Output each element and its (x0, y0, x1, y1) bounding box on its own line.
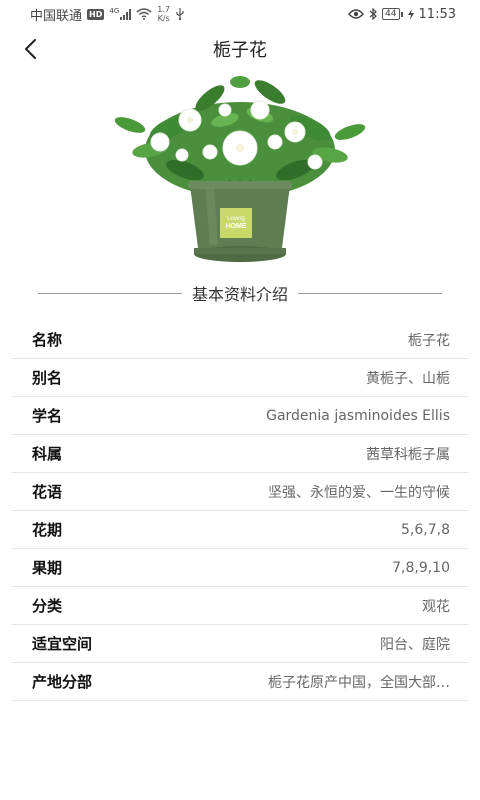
row-value: 茜草科栀子属 (366, 446, 450, 463)
chevron-left-icon (25, 39, 36, 59)
row-value: 栀子花 (408, 332, 450, 349)
info-row-category: 分类 观花 (12, 587, 468, 625)
info-row-alias: 别名 黄栀子、山栀 (12, 359, 468, 397)
row-label: 花期 (32, 521, 63, 539)
info-row-name: 名称 栀子花 (12, 321, 468, 359)
back-button[interactable] (14, 32, 46, 66)
row-value: 5,6,7,8 (401, 521, 450, 538)
net-speed-unit: K/s (157, 14, 170, 23)
row-label: 别名 (32, 369, 63, 387)
hd-badge: HD (87, 8, 105, 20)
row-label: 科属 (32, 445, 63, 463)
info-row-family: 科属 茜草科栀子属 (12, 435, 468, 473)
bluetooth-icon (369, 8, 377, 20)
charging-icon (407, 8, 414, 20)
battery-level: 44 (382, 8, 400, 20)
row-label: 学名 (32, 407, 63, 425)
net-speed-value: 1.7 (157, 5, 170, 14)
network-type: 4G (109, 7, 120, 15)
pot-label-line2: HOME (226, 223, 247, 230)
info-row-fruiting-period: 果期 7,8,9,10 (12, 549, 468, 587)
clock: 11:53 (418, 6, 456, 22)
battery-icon: 44 (382, 8, 403, 20)
row-value: 栀子花原产中国，全国大部… (268, 674, 450, 691)
row-value: 7,8,9,10 (392, 559, 450, 576)
info-row-suitable-space: 适宜空间 阳台、庭院 (12, 625, 468, 663)
eye-icon (348, 9, 365, 19)
wifi-icon (136, 8, 152, 20)
row-value: 观花 (422, 598, 450, 615)
row-value: 黄栀子、山栀 (366, 370, 450, 387)
row-label: 名称 (32, 331, 63, 349)
info-list: 名称 栀子花 别名 黄栀子、山栀 学名 Gardenia jasminoides… (12, 321, 468, 701)
status-left: 中国联通 HD 4G 1.7 K/s (30, 5, 185, 24)
status-right: 44 11:53 (348, 7, 456, 22)
row-label: 分类 (32, 597, 63, 615)
section-title: 基本资料介绍 (192, 285, 289, 304)
page-title: 栀子花 (213, 40, 267, 61)
status-bar: 中国联通 HD 4G 1.7 K/s 44 11:53 (0, 0, 480, 28)
row-value: 坚强、永恒的爱、一生的守候 (268, 484, 450, 501)
plant-image: Loving HOME (114, 76, 366, 262)
row-label: 产地分部 (32, 673, 93, 691)
info-row-flower-language: 花语 坚强、永恒的爱、一生的守候 (12, 473, 468, 511)
flower-pot: Loving HOME (188, 181, 292, 262)
divider-left (38, 292, 182, 294)
info-row-scientific-name: 学名 Gardenia jasminoides Ellis (12, 397, 468, 435)
row-label: 花语 (32, 483, 63, 501)
row-label: 果期 (32, 559, 63, 577)
row-value: 阳台、庭院 (380, 636, 450, 653)
divider-right (298, 292, 443, 294)
pot-label-line1: Loving (227, 216, 245, 222)
info-row-origin[interactable]: 产地分部 栀子花原产中国，全国大部… (12, 663, 468, 701)
carrier-label: 中国联通 (30, 8, 83, 24)
row-label: 适宜空间 (32, 635, 93, 653)
signal-icon: 4G (109, 7, 132, 20)
usb-icon (176, 8, 184, 20)
net-speed: 1.7 K/s (157, 5, 170, 23)
row-value: Gardenia jasminoides Ellis (266, 407, 450, 424)
app-header: 栀子花 (0, 28, 480, 70)
info-row-flowering-period: 花期 5,6,7,8 (12, 511, 468, 549)
section-header: 基本资料介绍 (38, 280, 443, 306)
